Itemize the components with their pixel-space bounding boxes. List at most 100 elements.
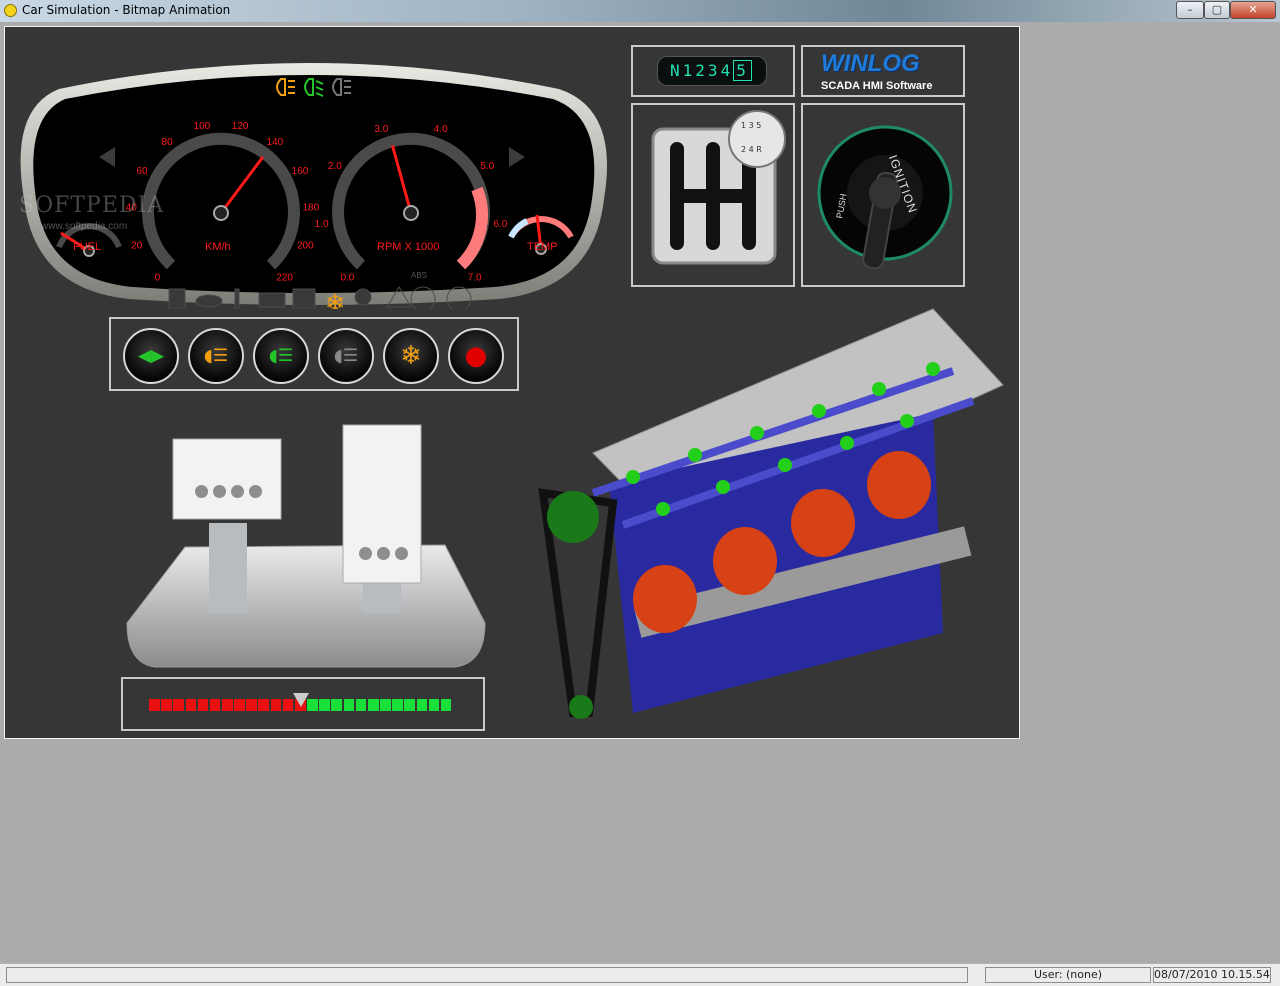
throttle-segment-red — [282, 699, 294, 711]
cluster-face — [33, 75, 595, 293]
throttle-segment-green — [392, 699, 403, 711]
fog-light-button[interactable]: ◖☰ — [188, 328, 244, 384]
temp-label: TEMP — [527, 241, 558, 253]
status-message-cell — [6, 967, 968, 983]
throttle-segment-red — [185, 699, 197, 711]
pedal-base — [126, 544, 486, 668]
maximize-button[interactable]: ▢ — [1204, 1, 1230, 19]
throttle-segment-red — [234, 699, 245, 711]
snowflake-icon: ❄ — [400, 341, 422, 371]
pedals[interactable] — [125, 423, 495, 673]
status-datetime: 08/07/2010 10.15.54 — [1153, 967, 1271, 983]
gear-label: N — [670, 61, 683, 80]
gear-label: 4 — [720, 61, 734, 80]
speed-tick-label: 220 — [276, 273, 293, 284]
instrument-cluster: 020406080100 120140160180200220 0.01.02.0… — [20, 63, 608, 309]
shift-knob-top: 1 3 5 — [741, 121, 762, 130]
cam-gear — [547, 491, 599, 543]
shift-knob-icon — [728, 110, 786, 168]
speed-tick-label: 20 — [131, 241, 143, 252]
close-button[interactable]: ✕ — [1230, 1, 1276, 19]
control-buttons-box: ◀▶ ◖☰ ◖☰ ◖☰ ❄ ● — [109, 317, 519, 391]
shift-pattern[interactable] — [633, 105, 793, 285]
rpm-tick-label: 4.0 — [434, 124, 448, 135]
fuel-label: FUEL — [73, 241, 102, 253]
throttle-segment-green — [367, 699, 379, 711]
speed-tick-label: 160 — [292, 166, 309, 177]
gear-display: N1234 5 — [657, 56, 767, 86]
status-bar: User: (none) 08/07/2010 10.15.54 — [0, 963, 1280, 986]
shift-knob-bottom: 2 4 R — [741, 145, 762, 154]
throttle-segment-green — [416, 699, 428, 711]
throttle-segment-red — [209, 699, 221, 711]
watermark: SOFTPEDIA — [19, 193, 165, 218]
throttle-segment-green — [319, 699, 330, 711]
gear-display-box: N1234 5 — [631, 45, 795, 97]
throttle-bar-box — [121, 677, 485, 731]
oil-icon — [195, 294, 223, 308]
throttle-segment-red — [270, 699, 282, 711]
throttle-marker-icon[interactable] — [293, 693, 309, 707]
throttle-segment-red — [222, 699, 233, 711]
pedal-dot — [377, 547, 390, 560]
minimize-button[interactable]: – — [1176, 1, 1204, 19]
active-gear-label: 5 — [733, 60, 752, 81]
high-beam-icon: ◖☰ — [333, 346, 359, 366]
fog-light-icon: ◖☰ — [203, 346, 229, 366]
airbag-icon — [354, 288, 372, 306]
turn-signal-button[interactable]: ◀▶ — [123, 328, 179, 384]
pedal-dot — [195, 485, 208, 498]
simulation-panel: 0 20 40 60 80 100 120 140 160 180 200 220 0.0 1.0 2.0… — [4, 26, 1020, 739]
low-beam-icon: ◖☰ — [268, 346, 294, 366]
battery-icon — [258, 292, 286, 308]
throttle-segment-red — [173, 699, 184, 711]
speed-tick-label: 140 — [267, 137, 284, 148]
speed-tick-label: 100 — [194, 121, 211, 132]
abs-label: ABS — [411, 271, 428, 280]
throttle-segment-red — [197, 699, 209, 711]
engine-animation — [538, 308, 1004, 719]
gas-pedal-arm — [363, 583, 401, 613]
pedal-dot — [249, 485, 262, 498]
throttle-segment-green — [331, 699, 343, 711]
rpm-tick-label: 3.0 — [374, 124, 388, 135]
window-title: Car Simulation - Bitmap Animation — [22, 3, 231, 17]
speed-tick-label: 200 — [297, 241, 314, 252]
speed-tick-label: 0 — [155, 273, 161, 284]
rpm-tick-label: 6.0 — [493, 219, 507, 230]
throttle-segment-green — [380, 699, 391, 711]
brake-pedal-arm — [209, 523, 247, 613]
watermark-url: www.softpedia.com — [41, 221, 128, 232]
throttle-segment-green — [404, 699, 416, 711]
throttle-segment-red — [149, 699, 160, 711]
double-arrow-icon: ◀▶ — [137, 346, 165, 366]
brake-pedal — [172, 438, 282, 520]
ignition-switch[interactable] — [803, 105, 963, 285]
gear-label: 2 — [695, 61, 708, 80]
pedal-dot — [213, 485, 226, 498]
low-beam-button[interactable]: ◖☰ — [253, 328, 309, 384]
speed-tick-label: 80 — [162, 137, 174, 148]
throttle-segment-red — [161, 699, 172, 711]
rpm-tick-label: 0.0 — [340, 273, 354, 284]
coolant-icon — [234, 288, 240, 309]
high-beam-button[interactable]: ◖☰ — [318, 328, 374, 384]
throttle-segment-green — [343, 699, 355, 711]
ac-button[interactable]: ❄ — [383, 328, 439, 384]
throttle-segment-red — [246, 699, 257, 711]
crank-gear — [569, 695, 593, 719]
rpm-tick-label: 1.0 — [315, 219, 329, 230]
logo-tagline: SCADA HMI Software — [821, 80, 933, 92]
throttle-segment-red — [258, 699, 270, 711]
title-bar: Car Simulation - Bitmap Animation – ▢ ✕ — [0, 0, 1280, 22]
throttle-segment-green — [428, 699, 440, 711]
rpm-unit-label: RPM X 1000 — [377, 241, 440, 253]
rpm-tick-label: 2.0 — [328, 161, 342, 172]
throttle-segment-green — [355, 699, 367, 711]
ignition-box: IGNITION PUSH — [801, 103, 965, 287]
stop-button[interactable]: ● — [448, 328, 504, 384]
rpm-tick-label: 7.0 — [468, 273, 482, 284]
gear-shifter-box: 1 3 5 2 4 R — [631, 103, 795, 287]
seat-heater-icon — [292, 288, 316, 309]
pedal-dot — [231, 485, 244, 498]
